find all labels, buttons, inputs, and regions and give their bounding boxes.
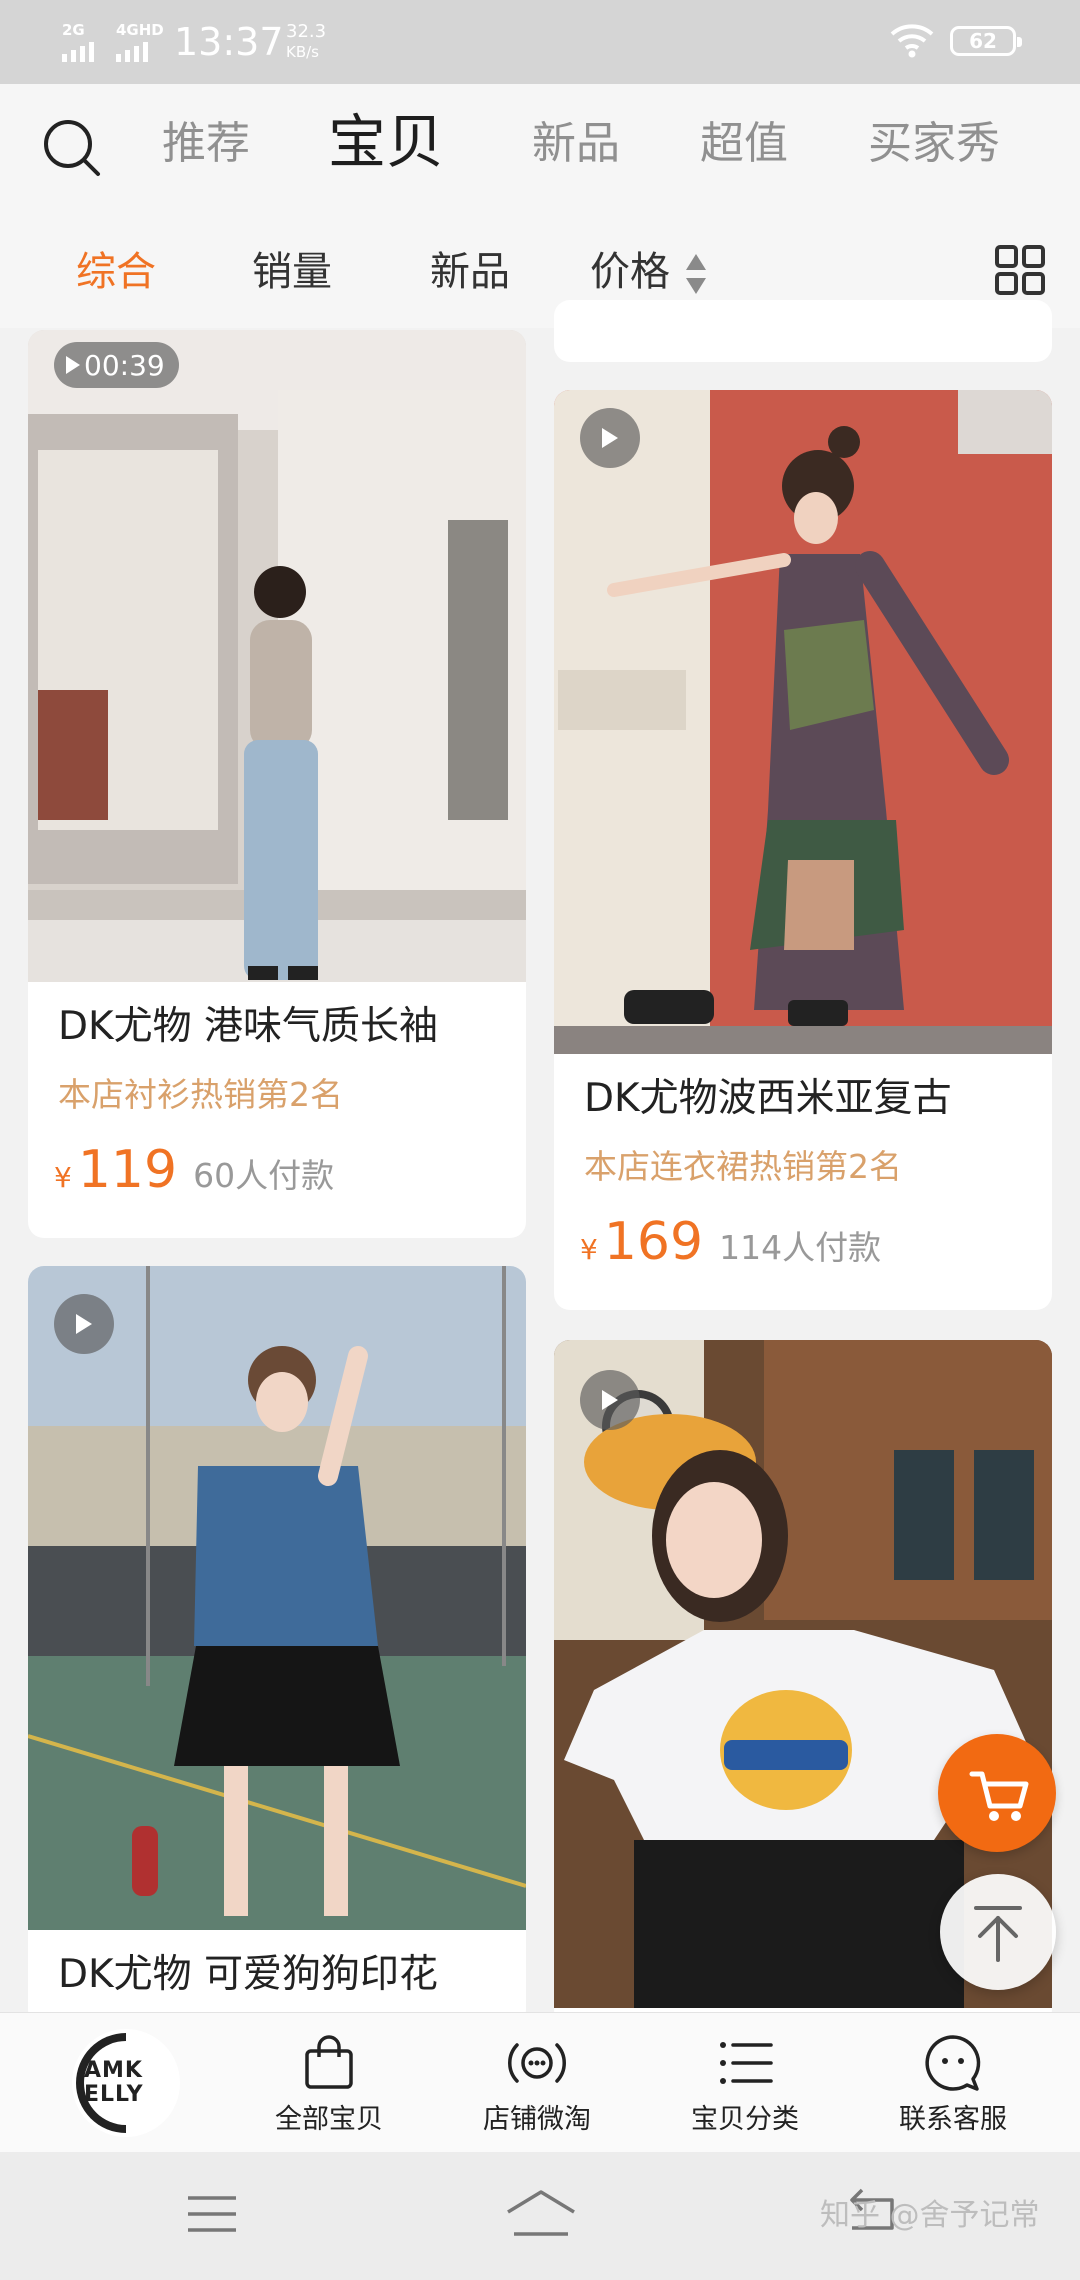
menu-icon[interactable] — [184, 2192, 240, 2236]
shop-logo-text: AMK ELLY — [84, 2058, 144, 2107]
tab-buyer-show[interactable]: 买家秀 — [868, 114, 1000, 174]
video-duration: 00:39 — [84, 348, 165, 382]
play-icon — [602, 1390, 618, 1410]
shop-all-items-button[interactable]: 全部宝贝 — [254, 2033, 404, 2137]
signal-sim2: 4GHD — [116, 22, 164, 62]
shop-categories-button[interactable]: 宝贝分类 — [670, 2033, 820, 2137]
shop-customer-service-button[interactable]: 联系客服 — [878, 2033, 1028, 2137]
shop-item-label: 联系客服 — [899, 2104, 1007, 2135]
clock: 13:37 — [174, 20, 284, 64]
shop-item-label: 店铺微淘 — [483, 2104, 591, 2135]
price-value: 119 — [77, 1140, 178, 1200]
sort-overall[interactable]: 综合 — [76, 244, 156, 300]
shop-bottom-bar: AMK ELLY 全部宝贝 店铺微淘 宝贝分类 联系客服 — [0, 2012, 1080, 2152]
sort-new[interactable]: 新品 — [430, 244, 510, 300]
signal-sim1: 2G — [62, 22, 94, 62]
wifi-icon — [890, 24, 934, 58]
product-photo — [28, 1266, 526, 1930]
broadcast-icon — [508, 2043, 566, 2083]
cart-button[interactable] — [938, 1734, 1056, 1852]
network-speed: 32.3 KB/s — [286, 22, 326, 62]
product-name: DK尤物 港味气质长袖 — [58, 1004, 439, 1049]
video-play-badge[interactable] — [580, 408, 640, 468]
play-icon — [66, 356, 80, 374]
product-card[interactable]: 00:39 DK尤物 港味气质长袖 本店衬衫热销第2名 ¥ 119 60人付款 — [28, 330, 526, 1238]
shop-logo[interactable]: AMK ELLY — [72, 2029, 180, 2137]
bag-icon — [305, 2035, 353, 2089]
battery-indicator: 62 — [950, 26, 1022, 56]
play-icon — [76, 1314, 92, 1334]
shop-item-label: 全部宝贝 — [275, 2104, 383, 2135]
chat-face-icon — [925, 2035, 981, 2091]
back-to-top-button[interactable] — [940, 1874, 1056, 1990]
product-rank: 本店连衣裙热销第2名 — [584, 1147, 902, 1186]
tab-value[interactable]: 超值 — [700, 114, 788, 174]
play-icon — [602, 428, 618, 448]
product-photo — [28, 330, 526, 982]
list-icon — [720, 2042, 773, 2084]
product-card[interactable]: DK尤物波西米亚复古 本店连衣裙热销第2名 ¥ 169 114人付款 — [554, 390, 1052, 1310]
speed-value: 32.3 — [286, 21, 327, 42]
product-photo — [554, 390, 1052, 1054]
signal-bars-icon — [62, 40, 94, 62]
product-name: DK尤物波西米亚复古 — [584, 1076, 952, 1121]
tab-recommend[interactable]: 推荐 — [162, 114, 250, 174]
product-price: ¥ 169 114人付款 — [580, 1212, 881, 1272]
sort-arrows-icon[interactable] — [684, 252, 708, 296]
search-icon[interactable] — [40, 116, 104, 180]
shop-header-tabs: 推荐 宝贝 新品 超值 买家秀 — [0, 84, 1080, 216]
currency-symbol: ¥ — [54, 1161, 72, 1194]
sort-sales[interactable]: 销量 — [252, 244, 332, 300]
sim2-label: 4GHD — [116, 21, 164, 39]
status-bar: 2G 4GHD 13:37 32.3 KB/s 62 — [0, 0, 1080, 84]
speed-unit: KB/s — [286, 43, 319, 61]
paid-count: 114人付款 — [719, 1228, 882, 1267]
product-card-partial[interactable] — [554, 300, 1052, 362]
arrow-up-icon — [974, 1906, 1022, 1962]
grid-view-icon[interactable] — [994, 244, 1046, 296]
shop-microtao-button[interactable]: 店铺微淘 — [462, 2033, 612, 2137]
home-icon[interactable] — [504, 2188, 578, 2238]
price-value: 169 — [603, 1212, 704, 1272]
shop-item-label: 宝贝分类 — [691, 2104, 799, 2135]
product-card[interactable]: DK尤物 可爱狗狗印花 — [28, 1266, 526, 2026]
sim1-label: 2G — [62, 21, 85, 39]
signal-bars-icon — [116, 40, 148, 62]
watermark-text: 知乎 @舍予记常 — [820, 2198, 1040, 2233]
video-duration-badge[interactable]: 00:39 — [54, 342, 179, 388]
currency-symbol: ¥ — [580, 1233, 598, 1266]
product-price: ¥ 119 60人付款 — [54, 1140, 334, 1200]
product-rank: 本店衬衫热销第2名 — [58, 1075, 343, 1114]
sort-price[interactable]: 价格 — [590, 244, 670, 300]
paid-count: 60人付款 — [193, 1156, 335, 1195]
tab-items[interactable]: 宝贝 — [328, 106, 444, 178]
product-name: DK尤物 可爱狗狗印花 — [58, 1952, 439, 1997]
video-play-badge[interactable] — [54, 1294, 114, 1354]
tab-new[interactable]: 新品 — [532, 114, 620, 174]
cart-icon — [969, 1771, 1029, 1821]
video-play-badge[interactable] — [580, 1370, 640, 1430]
